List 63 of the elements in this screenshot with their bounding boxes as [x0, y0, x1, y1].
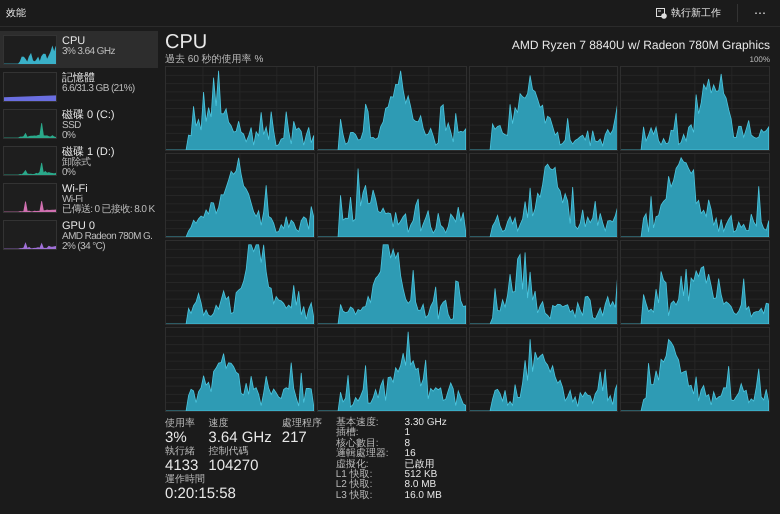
- detail-value: 已啟用: [404, 460, 436, 470]
- usage-thumbnail: [3, 72, 57, 102]
- stat-value: 3.64 GHz: [208, 430, 272, 446]
- stat-label: 處理程序: [282, 418, 322, 430]
- detail-value: 16.0 MB: [404, 490, 443, 502]
- detail-label: 插槽:: [336, 428, 359, 438]
- detail-value: 3.30 GHz: [404, 418, 447, 428]
- graph-max-label: 100%: [750, 54, 770, 66]
- stat-value: 217: [282, 430, 307, 446]
- stat-label: 使用率: [165, 418, 195, 430]
- detail-label: 核心數目:: [336, 438, 379, 449]
- detail-value: 512 KB: [404, 470, 438, 480]
- detail-value: 8: [404, 438, 412, 449]
- stat-value: 104270: [208, 458, 258, 474]
- detail-label: L2 快取:: [336, 480, 374, 490]
- device-detail: Wi-Fi: [62, 195, 82, 205]
- device-detail: 6.6/31.3 GB (21%): [62, 84, 135, 94]
- detail-value: 1: [404, 428, 412, 439]
- detail-label: 虛擬化:: [336, 460, 370, 470]
- page-title: CPU: [165, 31, 208, 53]
- usage-thumbnail: [3, 220, 57, 250]
- sidebar-item[interactable]: Wi-Fi Wi-Fi 已傳送: 0 已接收: 8.0 K: [0, 179, 158, 216]
- usage-thumbnail: [3, 183, 57, 213]
- usage-thumbnail: [3, 109, 57, 139]
- window-title: 效能: [6, 6, 26, 20]
- device-name: 磁碟 0 (C:): [62, 109, 115, 121]
- stat-label: 速度: [208, 418, 228, 430]
- sidebar-item[interactable]: 磁碟 0 (C:) SSD 0%: [0, 105, 158, 142]
- stat-value: 0:20:15:58: [165, 486, 236, 502]
- stat-value: 3%: [165, 430, 187, 446]
- run-new-task-button[interactable]: 執行新工作: [648, 2, 729, 24]
- detail-label: 基本速度:: [336, 418, 380, 428]
- detail-value: 16: [404, 449, 416, 460]
- stat-label: 運作時間: [165, 474, 205, 486]
- sidebar-item[interactable]: GPU 0 AMD Radeon 780M G. 2% (34 °C): [0, 216, 158, 253]
- detail-label: 邏輯處理器:: [336, 449, 389, 460]
- device-detail: 卸除式: [62, 158, 92, 168]
- stat-value: 4133: [165, 458, 198, 474]
- device-detail: 3% 3.64 GHz: [62, 47, 115, 57]
- usage-thumbnail: [3, 35, 57, 65]
- more-button[interactable]: ⋯: [746, 2, 774, 24]
- device-name: GPU 0: [62, 220, 96, 232]
- sidebar-item[interactable]: CPU 3% 3.64 GHz: [0, 31, 158, 68]
- device-detail: SSD: [62, 121, 82, 131]
- detail-value: 8.0 MB: [404, 480, 438, 491]
- device-detail: 0%: [62, 131, 76, 141]
- usage-thumbnail: [3, 146, 57, 176]
- sidebar-item[interactable]: 磁碟 1 (D:) 卸除式 0%: [0, 142, 158, 179]
- device-detail: AMD Radeon 780M G.: [62, 232, 152, 242]
- sidebar-item[interactable]: 記憶體 6.6/31.3 GB (21%): [0, 68, 158, 105]
- device-name: 記憶體: [62, 72, 96, 84]
- processor-model: AMD Ryzen 7 8840U w/ Radeon 780M Graphics: [512, 37, 770, 53]
- device-name: 磁碟 1 (D:): [62, 146, 115, 158]
- device-detail: 2% (34 °C): [62, 242, 106, 252]
- new-task-icon: [656, 8, 667, 18]
- graph-caption: 過去 60 秒的使用率 %: [165, 54, 264, 66]
- device-detail: 0%: [62, 168, 76, 178]
- detail-label: L3 快取:: [336, 490, 374, 502]
- device-name: CPU: [62, 35, 86, 47]
- device-name: Wi-Fi: [62, 183, 89, 195]
- device-detail: 已傳送: 0 已接收: 8.0 K: [62, 205, 155, 215]
- stat-label: 控制代碼: [208, 446, 248, 458]
- stat-label: 執行緒: [165, 446, 195, 458]
